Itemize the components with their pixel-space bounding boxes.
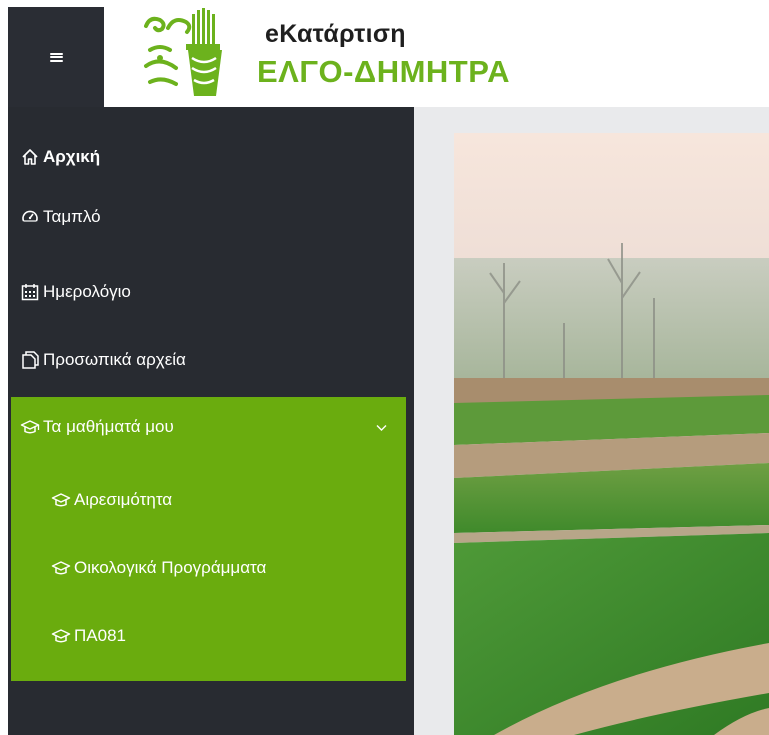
sidebar-item-label: Τα μαθήματά μου — [43, 417, 174, 436]
graduation-cap-icon — [20, 417, 40, 437]
graduation-cap-icon — [51, 558, 71, 578]
elgo-demeter-logo-icon — [144, 8, 222, 96]
course-item-label: Οικολογικά Προγράμματα — [74, 558, 267, 577]
sidebar-item-calendar[interactable]: Ημερολόγιο — [8, 264, 414, 320]
hamburger-icon — [49, 52, 63, 62]
sidebar-item-label: Ταμπλό — [43, 207, 101, 226]
sidebar-item-my-courses[interactable]: Τα μαθήματά μου — [11, 399, 406, 455]
menu-toggle-button[interactable] — [8, 7, 104, 107]
chevron-down-icon — [376, 425, 387, 431]
sidebar-item-personal-files[interactable]: Προσωπικά αρχεία — [8, 332, 414, 388]
sidebar-item-dashboard[interactable]: Ταμπλό — [8, 189, 414, 245]
calendar-icon — [20, 282, 40, 302]
files-icon — [20, 350, 40, 370]
home-icon — [20, 147, 40, 167]
course-item-airesimotita[interactable]: Αιρεσιμότητα — [11, 475, 406, 525]
course-item-pa081[interactable]: ΠΑ081 — [11, 611, 406, 661]
sidebar-item-label: Προσωπικά αρχεία — [43, 350, 186, 369]
sidebar-item-label: Αρχική — [43, 147, 101, 166]
sidebar-nav: Αρχική Ταμπλό Ημερολόγιο Προσωπικά αρχεί… — [8, 107, 414, 735]
main-content — [414, 107, 769, 735]
hero-image — [454, 133, 769, 735]
logo-title: eΚατάρτιση — [265, 20, 406, 48]
sidebar-item-label: Ημερολόγιο — [43, 282, 131, 301]
course-item-label: Αιρεσιμότητα — [74, 490, 173, 509]
dashboard-icon — [20, 207, 40, 227]
course-item-ecological-programs[interactable]: Οικολογικά Προγράμματα — [11, 543, 406, 593]
top-bar: eΚατάρτιση ΕΛΓΟ-ΔΗΜΗΤΡΑ — [0, 0, 769, 107]
sidebar-item-home[interactable]: Αρχική — [8, 129, 414, 185]
graduation-cap-icon — [51, 490, 71, 510]
graduation-cap-icon — [51, 626, 71, 646]
course-item-label: ΠΑ081 — [74, 626, 126, 645]
site-logo[interactable]: eΚατάρτιση ΕΛΓΟ-ΔΗΜΗΤΡΑ — [128, 6, 568, 102]
my-courses-section: Τα μαθήματά μου Αιρεσιμότητα Οικολογικά … — [11, 397, 406, 681]
logo-subtitle: ΕΛΓΟ-ΔΗΜΗΤΡΑ — [257, 54, 511, 89]
